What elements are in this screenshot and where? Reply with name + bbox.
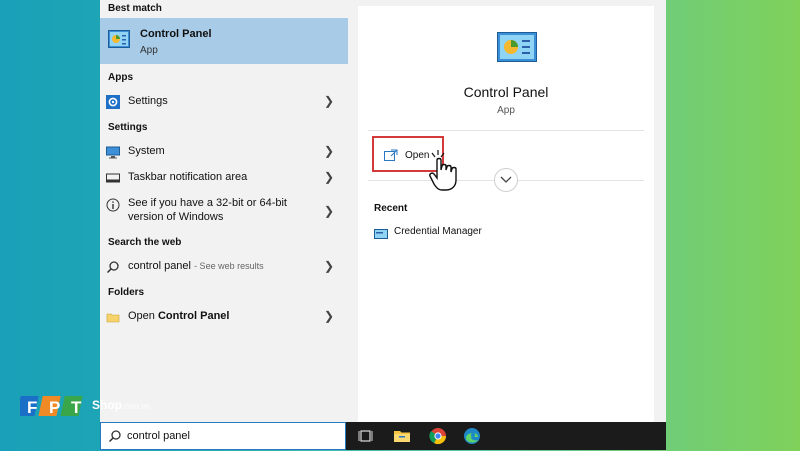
web-search-query: control panel [128, 260, 191, 272]
gear-icon [106, 95, 120, 109]
folder-result-text: Open Control Panel [128, 310, 229, 322]
shop-name: Shop [92, 398, 122, 412]
result-open-control-panel-folder[interactable]: Open Control Panel ❯ [100, 305, 348, 329]
chevron-right-icon[interactable]: ❯ [324, 309, 334, 323]
divider [368, 130, 644, 131]
apps-heading: Apps [108, 72, 133, 83]
folders-heading: Folders [108, 287, 145, 298]
svg-text:T: T [71, 398, 82, 417]
chrome-icon[interactable] [428, 426, 448, 446]
folder-name: Control Panel [157, 310, 230, 322]
preview-title: Control Panel [463, 84, 549, 100]
hand-pointer-icon [428, 150, 458, 197]
search-input[interactable] [127, 427, 337, 445]
chevron-right-icon[interactable]: ❯ [324, 204, 334, 218]
result-32-or-64-bit[interactable]: See if you have a 32-bit or 64-bit versi… [100, 196, 348, 228]
taskbar-icon [106, 171, 120, 185]
edge-icon[interactable] [462, 426, 482, 446]
monitor-icon [106, 145, 120, 159]
fpt-shop-logo: F P T Shop.com.vn [16, 390, 150, 427]
search-icon [106, 260, 120, 274]
svg-text:P: P [49, 398, 60, 417]
best-match-control-panel[interactable]: Control Panel App [100, 18, 348, 64]
result-taskbar-notification-area[interactable]: Taskbar notification area ❯ [100, 166, 348, 190]
fpt-logo-icon: F P T [16, 396, 83, 417]
recent-item[interactable]: Credential Manager [374, 222, 574, 242]
preview-card: Control Panel App Open Recent Credential… [358, 6, 654, 422]
result-system[interactable]: System ❯ [100, 140, 348, 164]
preview-panel: Control Panel App Open Recent Credential… [348, 0, 666, 422]
shop-domain: .com.vn [122, 402, 151, 411]
result-label: See if you have a 32-bit or 64-bit versi… [128, 197, 287, 223]
result-settings[interactable]: Settings ❯ [100, 90, 348, 114]
chevron-right-icon[interactable]: ❯ [324, 170, 334, 184]
open-icon [384, 148, 398, 166]
best-match-subtitle: App [140, 45, 158, 56]
result-label: Settings [128, 95, 168, 107]
recent-item-label: Credential Manager [394, 226, 482, 237]
taskbar-search-box[interactable] [100, 422, 346, 450]
expand-button[interactable] [494, 168, 518, 192]
chevron-down-icon [500, 171, 512, 189]
chevron-right-icon[interactable]: ❯ [324, 259, 334, 273]
settings-heading: Settings [108, 122, 148, 133]
result-web-search[interactable]: control panel - See web results ❯ [100, 255, 348, 279]
info-icon [106, 198, 120, 212]
result-label: Taskbar notification area [128, 171, 248, 183]
search-web-heading: Search the web [108, 237, 182, 248]
result-label: System [128, 145, 165, 157]
folder-prefix: Open [128, 310, 158, 322]
search-icon [108, 429, 122, 448]
chevron-right-icon[interactable]: ❯ [324, 94, 334, 108]
search-results-panel: Best match Control Panel App Apps Settin… [100, 0, 348, 422]
best-match-title: Control Panel [140, 28, 212, 40]
web-search-note: - See web results [194, 261, 264, 271]
taskbar [100, 422, 666, 450]
shop-wordmark: Shop.com.vn [92, 398, 150, 412]
file-explorer-icon[interactable] [392, 426, 412, 446]
svg-text:F: F [27, 398, 37, 417]
best-match-heading: Best match [108, 3, 162, 14]
credential-manager-icon [374, 226, 388, 244]
preview-subtitle: App [497, 105, 515, 116]
chevron-right-icon[interactable]: ❯ [324, 144, 334, 158]
recent-heading: Recent [374, 203, 408, 214]
open-label: Open [405, 150, 430, 161]
web-search-text: control panel - See web results [128, 260, 264, 272]
task-view-icon[interactable] [356, 426, 376, 446]
control-panel-icon [108, 30, 130, 51]
control-panel-icon [497, 32, 537, 67]
folder-icon [106, 310, 120, 324]
